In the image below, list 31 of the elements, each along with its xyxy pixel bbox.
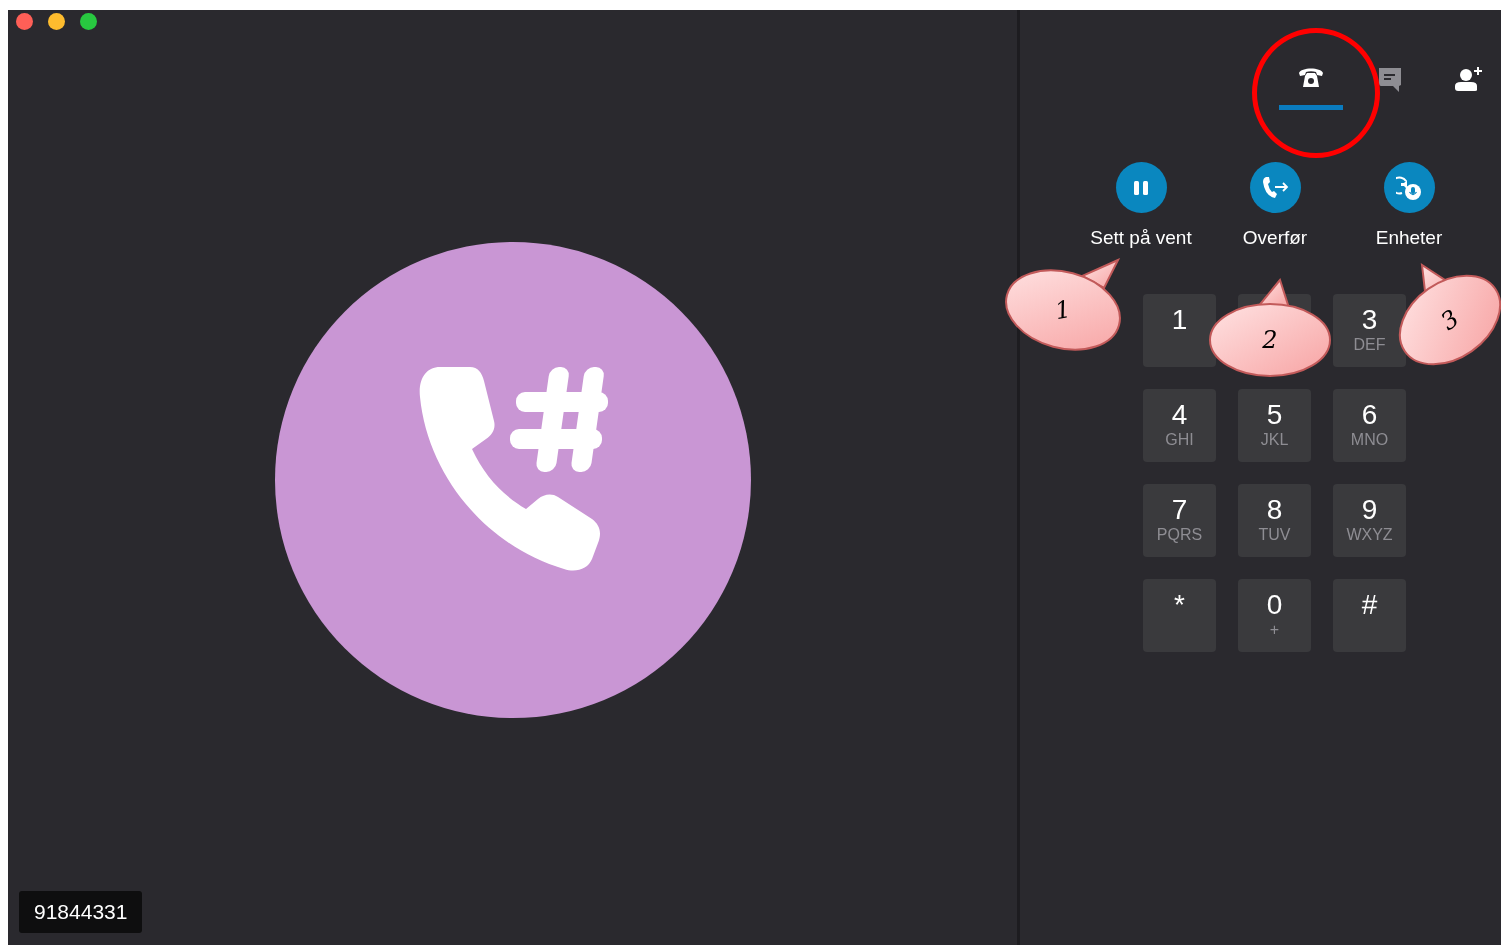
chat-bubble-icon [1377,66,1403,92]
telephone-icon [1298,66,1324,88]
keypad-key[interactable]: 1 [1143,294,1216,367]
keypad-key[interactable]: 5 JKL [1238,389,1311,462]
keypad-key[interactable]: 3 DEF [1333,294,1406,367]
keypad-key[interactable]: 6 MNO [1333,389,1406,462]
devices-button[interactable] [1383,162,1435,213]
pause-icon [1133,179,1149,196]
hold-button[interactable] [1115,162,1167,213]
keypad-key[interactable]: * [1143,579,1216,652]
transfer-button[interactable] [1249,162,1301,213]
keypad-key[interactable]: 9 WXYZ [1333,484,1406,557]
window-control-dot[interactable] [48,13,65,30]
callout-number: 1 [1053,294,1073,326]
keypad-key[interactable]: 0 + [1238,579,1311,652]
callout-number: 2 [1262,326,1278,354]
callout-number: 3 [1435,304,1465,336]
keypad-key[interactable]: 8 TUV [1238,484,1311,557]
action-label: Sett på vent [1090,227,1192,249]
caller-number: 91844331 [19,891,143,933]
keypad-key[interactable]: # [1333,579,1406,652]
action-label: Enheter [1375,227,1443,249]
speaker-mic-icon [1396,174,1422,201]
keypad-key[interactable]: 4 GHI [1143,389,1216,462]
window-control-dot[interactable] [16,13,33,30]
phone-arrow-icon [1261,175,1289,200]
action-label: Overfør [1242,227,1308,249]
window-control-dot[interactable] [80,13,97,30]
add-person-icon [1455,66,1483,92]
keypad-key[interactable]: 7 PQRS [1143,484,1216,557]
phone-hash-icon [417,367,608,572]
